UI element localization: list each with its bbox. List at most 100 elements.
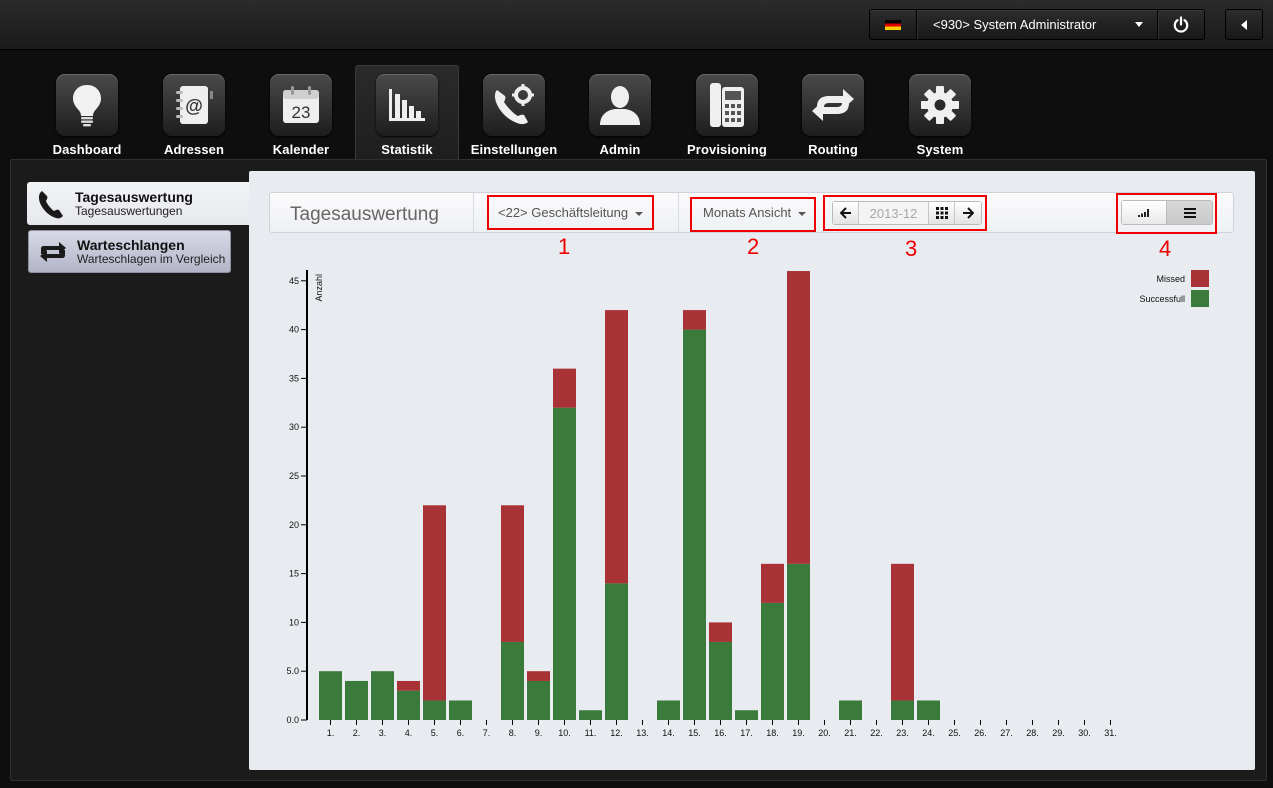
bar-successful — [449, 700, 472, 720]
y-axis-label: Anzahl — [314, 274, 324, 302]
nav-icon-box — [483, 74, 545, 136]
bar-missed — [553, 368, 576, 408]
nav-provisioning[interactable]: Provisioning — [675, 66, 779, 161]
x-tick-label: 26. — [974, 728, 987, 738]
x-tick-label: 10. — [558, 728, 571, 738]
annotation-label-4: 4 — [1159, 236, 1172, 261]
nav-icon-box — [909, 74, 971, 136]
y-tick-label: 0.0 — [286, 715, 299, 725]
x-tick-label: 13. — [636, 728, 649, 738]
x-tick-label: 16. — [714, 728, 727, 738]
bar-missed — [501, 505, 524, 642]
sidebar-item-subtitle: Warteschlagen im Vergleich — [77, 252, 226, 266]
address-book-icon: @ — [176, 86, 213, 124]
gear-icon — [921, 86, 959, 124]
user-dropdown[interactable]: <930> System Administrator — [917, 10, 1158, 39]
nav-dashboard[interactable]: Dashboard — [35, 66, 139, 161]
nav-label: System — [916, 142, 964, 157]
x-tick-label: 12. — [610, 728, 623, 738]
side-icon-box — [29, 240, 77, 264]
desk-phone-icon — [710, 83, 744, 127]
x-tick-label: 28. — [1026, 728, 1039, 738]
nav-label: Routing — [808, 142, 858, 157]
bar-successful — [345, 680, 368, 720]
loop-arrows-icon — [40, 241, 66, 262]
bar-successful — [501, 641, 524, 720]
y-tick-label: 40 — [289, 325, 299, 335]
nav-statistik[interactable]: Statistik — [355, 65, 459, 160]
annotation-label-1: 1 — [558, 234, 571, 259]
bars — [319, 271, 940, 720]
x-tick-label: 9. — [535, 728, 543, 738]
bar-successful — [735, 710, 758, 720]
bar-successful — [657, 700, 680, 720]
calendar-icon: 23 — [283, 86, 319, 123]
nav-label: Einstellungen — [470, 142, 558, 157]
x-tick-label: 14. — [662, 728, 675, 738]
x-tick-label: 30. — [1078, 728, 1091, 738]
legend-swatch — [1191, 290, 1209, 307]
sidebar-item-title: Warteschlangen — [77, 237, 185, 253]
nav-icon-box: 23 — [270, 74, 332, 136]
nav-einstellungen[interactable]: Einstellungen — [462, 66, 566, 161]
side-icon-box — [27, 189, 75, 219]
sidebar-item-warteschlangen[interactable]: Warteschlangen Warteschlagen im Vergleic… — [28, 230, 231, 273]
x-tick-label: 17. — [740, 728, 753, 738]
nav-system[interactable]: System — [888, 66, 992, 161]
annotation-box-1 — [487, 195, 654, 230]
y-tick-label: 35 — [289, 373, 299, 383]
nav-kalender[interactable]: 23 Kalender — [249, 66, 353, 161]
x-tick-label: 23. — [896, 728, 909, 738]
top-bar: <930> System Administrator — [0, 0, 1273, 50]
user-label: <930> System Administrator — [933, 17, 1097, 32]
bar-missed — [683, 310, 706, 330]
bar-missed — [709, 622, 732, 642]
sidebar-item-title: Tagesauswertung — [75, 189, 193, 205]
legend-swatch — [1191, 270, 1209, 287]
phone-gear-icon — [494, 84, 534, 125]
nav-label: Statistik — [381, 142, 433, 157]
nav-adressen[interactable]: @ Adressen — [142, 66, 246, 161]
bar-successful — [787, 563, 810, 720]
y-tick-label: 10 — [289, 617, 299, 627]
bar-successful — [917, 700, 940, 720]
bar-successful — [579, 710, 602, 720]
bar-missed — [423, 505, 446, 701]
bar-successful — [605, 583, 628, 720]
annotation-box-2 — [690, 197, 816, 232]
nav-label: Dashboard — [52, 142, 122, 157]
language-button[interactable] — [870, 10, 917, 39]
x-tick-label: 15. — [688, 728, 701, 738]
nav-icon-box — [589, 74, 651, 136]
calendar-day: 23 — [292, 103, 311, 122]
nav-admin[interactable]: Admin — [568, 66, 672, 161]
bar-missed — [605, 310, 628, 584]
x-tick-label: 1. — [327, 728, 335, 738]
bar-successful — [397, 690, 420, 720]
main-nav: Dashboard @ Adressen 23 Kalender Statist… — [0, 51, 1273, 161]
annotation-label-2: 2 — [747, 234, 760, 259]
x-axis: 1. 2. 3. 4. 5. 6. 7. 8. 9. 10. 11. 12. 13. 14. 15. 16. 1… — [327, 720, 1117, 738]
x-tick-label: 7. — [483, 728, 491, 738]
x-tick-label: 24. — [922, 728, 935, 738]
sidebar-item-tagesauswertung[interactable]: Tagesauswertung Tagesauswertungen — [27, 182, 249, 225]
bar-missed — [761, 563, 784, 603]
lightbulb-icon — [73, 85, 101, 127]
bar-missed — [527, 671, 550, 681]
y-tick-label: 20 — [289, 520, 299, 530]
german-flag-icon — [885, 19, 901, 30]
y-tick-label: 5.0 — [286, 666, 299, 676]
collapse-button[interactable] — [1225, 9, 1263, 40]
bar-successful — [553, 407, 576, 720]
bar-successful — [527, 680, 550, 720]
bar-successful — [891, 700, 914, 720]
nav-routing[interactable]: Routing — [781, 66, 885, 161]
y-axis: 0.0 5.0 10 15 20 25 30 35 40 45 Anzahl — [286, 270, 324, 725]
logout-button[interactable] — [1158, 10, 1204, 39]
svg-text:@: @ — [185, 96, 203, 116]
bar-missed — [397, 680, 420, 691]
bar-successful — [319, 671, 342, 720]
nav-label: Provisioning — [687, 142, 767, 157]
user-icon — [600, 86, 640, 125]
bar-successful — [709, 641, 732, 720]
